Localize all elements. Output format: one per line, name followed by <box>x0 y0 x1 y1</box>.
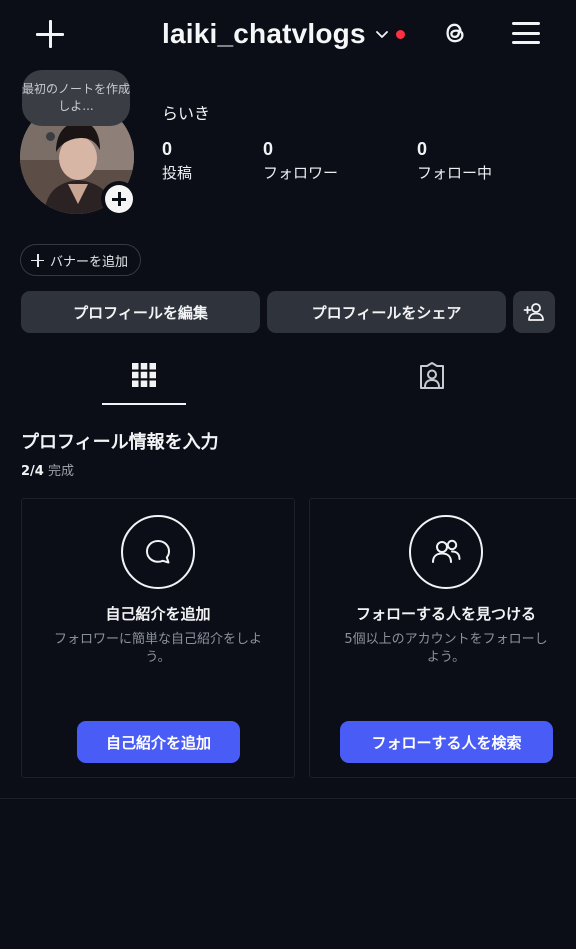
tagged-person-icon <box>420 362 444 389</box>
completion-label: 完成 <box>47 464 74 479</box>
completion-count: 2/4 <box>21 464 44 479</box>
people-icon <box>409 515 483 589</box>
stat-following-label: フォロー中 <box>417 164 493 182</box>
add-story-button[interactable] <box>101 181 137 217</box>
note-text: 最初のノートを作成しよ... <box>22 82 131 113</box>
completion-progress: 2/4 完成 <box>21 460 74 479</box>
top-bar: laiki_chatvlogs <box>0 0 576 68</box>
find-people-card-description: 5個以上のアカウントをフォローしよう。 <box>344 632 548 665</box>
add-banner-label: バナーを追加 <box>50 254 129 270</box>
username: laiki_chatvlogs <box>162 18 366 49</box>
section-divider <box>0 798 576 799</box>
plus-icon <box>31 253 44 267</box>
add-person-icon <box>523 303 544 321</box>
add-bio-button[interactable]: 自己紹介を追加 <box>77 721 240 763</box>
bio-card-title: 自己紹介を追加 <box>105 605 211 623</box>
create-post-icon[interactable] <box>36 20 64 48</box>
stat-followers-count: 0 <box>263 139 274 159</box>
find-people-label: フォローする人を検索 <box>371 733 522 752</box>
stat-posts-label: 投稿 <box>162 164 193 182</box>
edit-profile-label: プロフィールを編集 <box>73 303 208 322</box>
stat-following-count: 0 <box>417 139 428 159</box>
edit-profile-button[interactable]: プロフィールを編集 <box>21 291 260 333</box>
chevron-down-icon <box>375 31 388 38</box>
tab-tagged[interactable] <box>390 352 474 406</box>
profile-screen: laiki_chatvlogs 最初のノートを作成しよ... らいき 0 投稿 … <box>0 0 576 949</box>
display-name: らいき <box>162 104 211 123</box>
plus-circle-icon <box>105 185 133 213</box>
account-switcher[interactable]: laiki_chatvlogs <box>162 14 405 54</box>
note-bubble[interactable]: 最初のノートを作成しよ... <box>22 70 130 126</box>
add-banner-button[interactable]: バナーを追加 <box>20 244 142 276</box>
threads-icon[interactable] <box>440 18 470 48</box>
bio-card: 自己紹介を追加 フォロワーに簡単な自己紹介をしよう。 自己紹介を追加 <box>21 498 295 778</box>
grid-icon <box>132 363 156 387</box>
stat-posts[interactable]: 0 投稿 <box>162 138 192 183</box>
completion-title: プロフィール情報を入力 <box>21 432 219 453</box>
stat-posts-count: 0 <box>162 139 173 159</box>
tab-posts-grid[interactable] <box>102 352 186 406</box>
share-profile-button[interactable]: プロフィールをシェア <box>267 291 506 333</box>
discover-people-button[interactable] <box>513 291 555 333</box>
find-people-button[interactable]: フォローする人を検索 <box>340 721 553 763</box>
share-profile-label: プロフィールをシェア <box>311 303 462 322</box>
note-bubble-tail <box>46 132 55 141</box>
stat-followers-label: フォロワー <box>263 164 339 182</box>
find-people-card: フォローする人を見つける 5個以上のアカウントをフォローしよう。 フォローする人… <box>309 498 576 778</box>
stat-following[interactable]: 0 フォロー中 <box>417 138 492 183</box>
menu-icon[interactable] <box>512 20 540 46</box>
bio-card-description: フォロワーに簡単な自己紹介をしよう。 <box>53 632 262 665</box>
stat-followers[interactable]: 0 フォロワー <box>263 138 338 183</box>
find-people-card-title: フォローする人を見つける <box>355 605 536 623</box>
add-bio-label: 自己紹介を追加 <box>105 733 211 752</box>
speech-bubble-icon <box>121 515 195 589</box>
active-tab-indicator <box>102 403 186 405</box>
notification-dot <box>395 29 405 39</box>
